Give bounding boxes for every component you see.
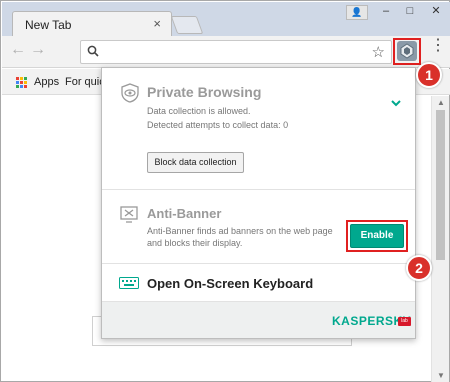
chevron-down-icon[interactable] <box>390 98 402 108</box>
block-data-collection-button[interactable]: Block data collection <box>147 152 244 173</box>
private-browsing-section: Private Browsing Data collection is allo… <box>102 68 415 190</box>
close-window-button[interactable]: ✕ <box>421 2 450 20</box>
on-screen-keyboard-link[interactable]: Open On-Screen Keyboard <box>147 276 313 291</box>
private-browsing-title: Private Browsing <box>147 84 262 100</box>
apps-grid-icon[interactable] <box>16 77 27 88</box>
search-icon <box>87 45 99 57</box>
anti-banner-title: Anti-Banner <box>147 206 222 221</box>
callout-badge-1: 1 <box>416 62 442 88</box>
kaspersky-popup: Private Browsing Data collection is allo… <box>101 67 416 339</box>
private-browsing-count: Detected attempts to collect data: 0 <box>147 120 289 130</box>
tab-title: New Tab <box>25 18 72 32</box>
keyboard-section[interactable]: Open On-Screen Keyboard <box>102 264 415 302</box>
callout-badge-2: 2 <box>406 255 432 281</box>
anti-banner-description-2: and blocks their display. <box>147 238 243 248</box>
anti-banner-description-1: Anti-Banner finds ad banners on the web … <box>147 226 333 236</box>
title-bar: New Tab × 👤 – □ ✕ <box>2 2 450 37</box>
minimize-button[interactable]: – <box>373 2 399 20</box>
apps-link[interactable]: Apps <box>34 76 59 88</box>
anti-banner-section: Anti-Banner Anti-Banner finds ad banners… <box>102 190 415 264</box>
browser-window: New Tab × 👤 – □ ✕ ← → ☆ ⋮ Apps For quick… <box>0 0 450 382</box>
tab-new-tab[interactable]: New Tab × <box>12 11 172 37</box>
back-icon[interactable]: ← <box>10 41 26 59</box>
profile-icon[interactable]: 👤 <box>346 5 368 20</box>
new-tab-button[interactable] <box>170 16 204 34</box>
forward-icon[interactable]: → <box>30 41 46 59</box>
tab-close-icon[interactable]: × <box>153 16 161 31</box>
enable-anti-banner-button[interactable]: Enable <box>350 224 404 248</box>
scroll-down-icon[interactable]: ▼ <box>437 371 445 380</box>
address-bar[interactable]: ☆ <box>80 40 392 64</box>
menu-icon[interactable]: ⋮ <box>430 38 446 54</box>
browser-toolbar: ← → ☆ ⋮ <box>2 36 450 68</box>
page-scrollbar[interactable]: ▲ ▼ <box>431 96 449 382</box>
kaspersky-lab-badge: lab <box>398 317 411 326</box>
popup-footer: KASPERSKY lab <box>102 302 415 338</box>
keyboard-icon <box>119 277 139 289</box>
extension-highlight <box>393 38 421 65</box>
maximize-button[interactable]: □ <box>397 2 423 20</box>
scroll-up-icon[interactable]: ▲ <box>437 98 445 107</box>
eye-shield-icon <box>121 83 139 103</box>
private-browsing-status: Data collection is allowed. <box>147 106 251 116</box>
banner-block-icon <box>120 206 138 223</box>
scroll-thumb[interactable] <box>436 110 445 260</box>
star-icon[interactable]: ☆ <box>372 43 385 61</box>
